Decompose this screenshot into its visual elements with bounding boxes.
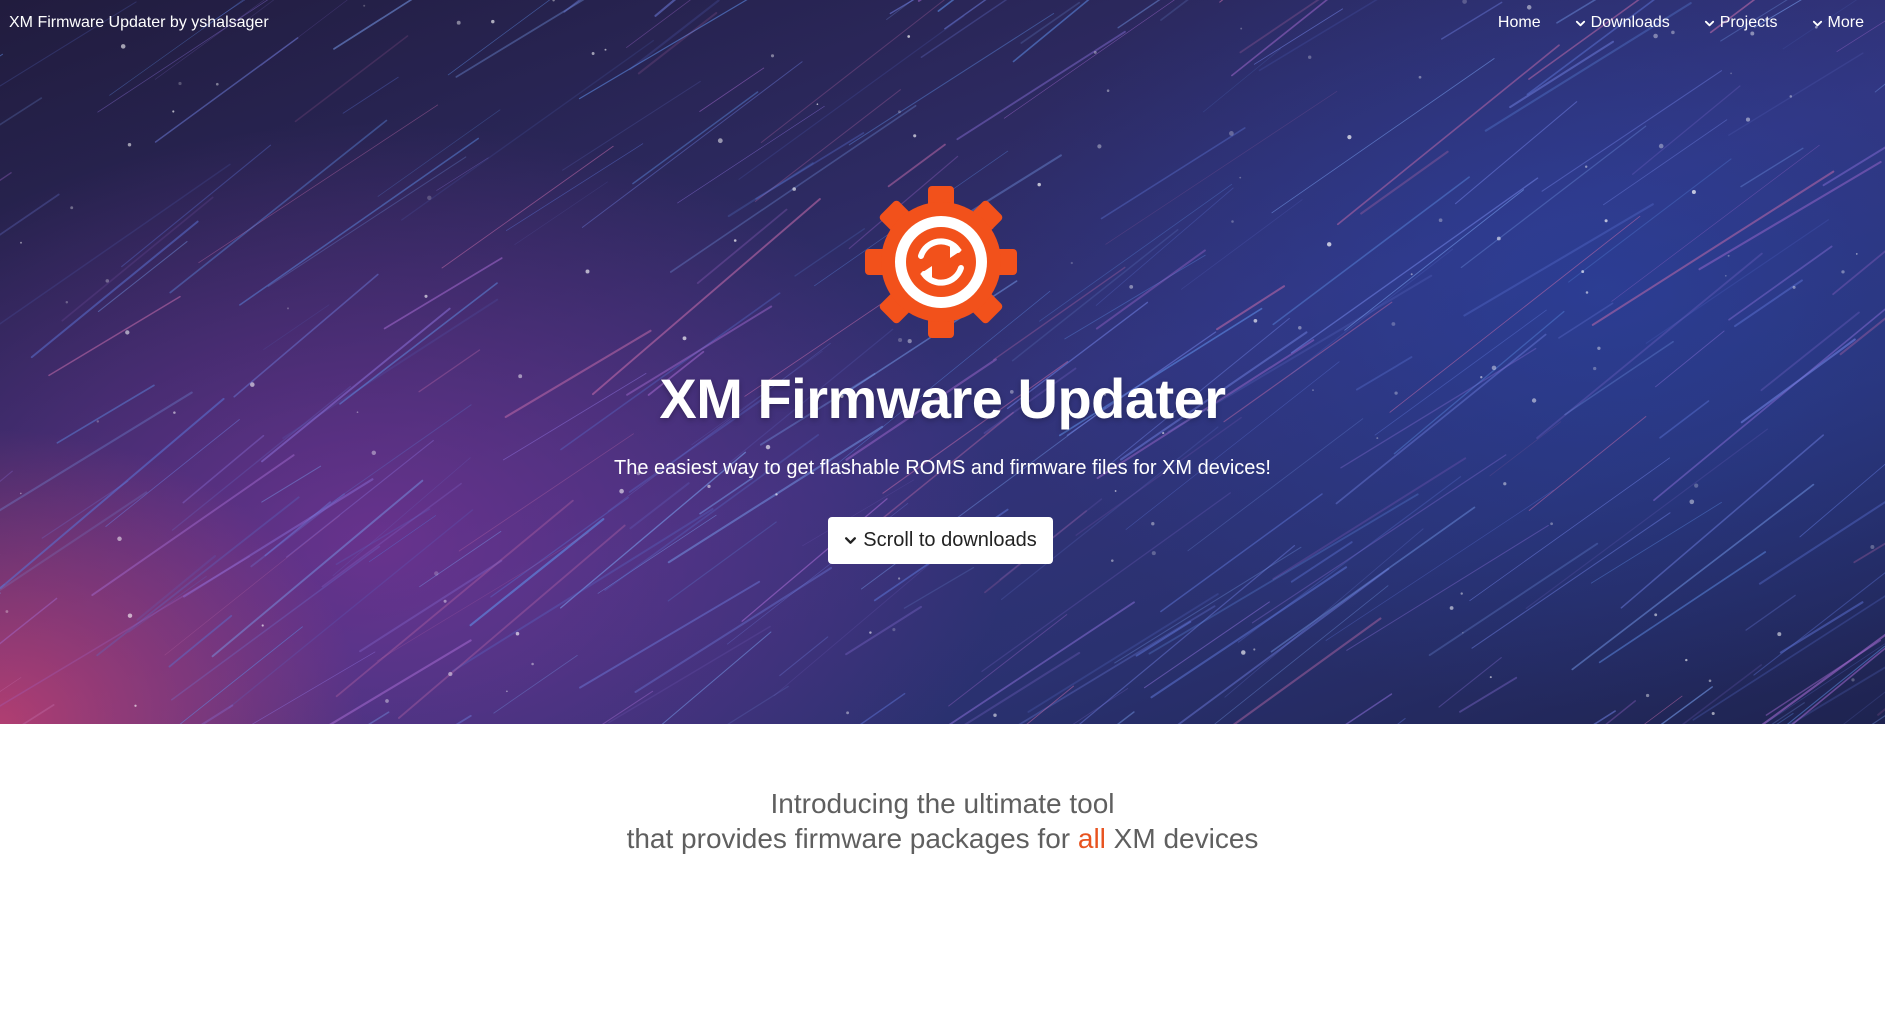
top-navbar: XM Firmware Updater by yshalsager Home D… [0, 0, 1885, 46]
intro-line-2-start: that provides firmware packages for [626, 823, 1078, 854]
nav-item-home[interactable]: Home [1498, 13, 1541, 33]
chevron-down-icon [845, 537, 857, 544]
nav-item-downloads[interactable]: Downloads [1575, 13, 1670, 33]
brand-link[interactable]: XM Firmware Updater by yshalsager [9, 13, 269, 33]
intro-line-1: Introducing the ultimate tool [770, 788, 1115, 819]
nav-item-label: Home [1497, 14, 1541, 31]
intro-line-2-end: XM devices [1105, 823, 1259, 854]
intro-accent-word: all [1077, 823, 1106, 854]
intro-line-2: that provides firmware packages for all … [0, 821, 1885, 856]
gear-refresh-icon [865, 186, 1017, 338]
nav-menu: Home Downloads Projects More [1498, 13, 1864, 33]
chevron-down-icon [1575, 20, 1585, 26]
page-title: XM Firmware Updater [659, 367, 1226, 430]
scroll-button-label: Scroll to downloads [863, 529, 1037, 551]
scroll-to-downloads-button[interactable]: Scroll to downloads [828, 517, 1053, 564]
starfield-background [0, 0, 1885, 724]
intro-heading: Introducing the ultimate tool that provi… [0, 786, 1885, 856]
nav-item-label: Projects [1719, 14, 1778, 31]
nav-item-projects[interactable]: Projects [1704, 13, 1778, 33]
chevron-down-icon [1704, 20, 1714, 26]
hero-banner: XM Firmware Updater by yshalsager Home D… [0, 0, 1885, 724]
nav-item-more[interactable]: More [1812, 13, 1864, 33]
nav-item-label: More [1827, 14, 1864, 31]
nav-item-label: Downloads [1590, 14, 1670, 31]
chevron-down-icon [1812, 20, 1822, 26]
hero-subtitle: The easiest way to get flashable ROMS an… [614, 457, 1271, 479]
